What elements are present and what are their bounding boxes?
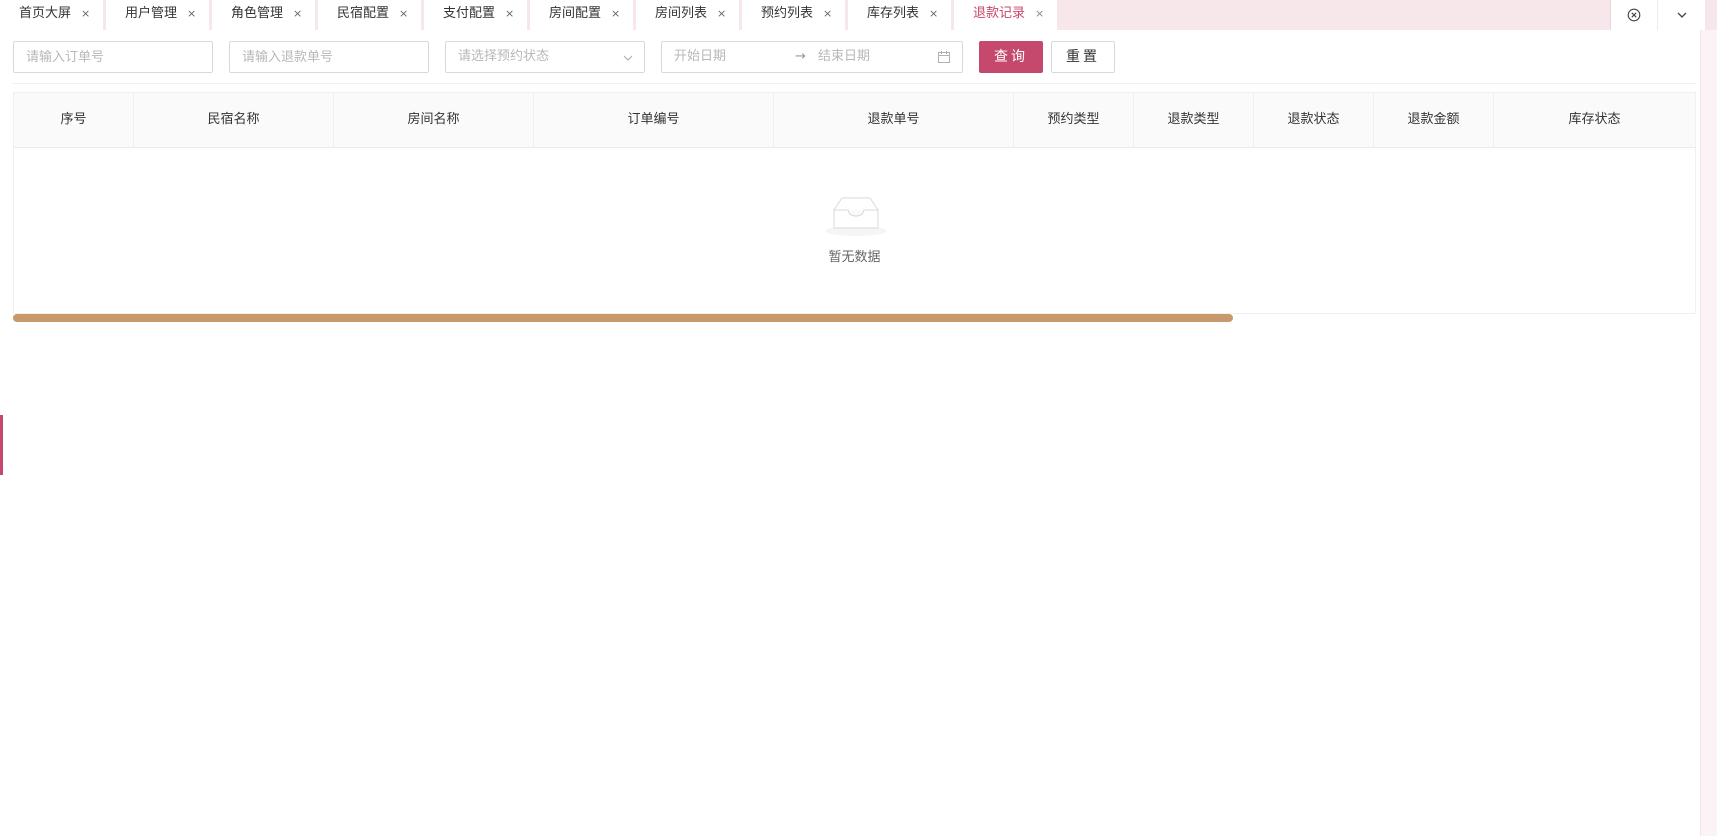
tab-close-icon[interactable]: × bbox=[293, 0, 302, 27]
filter-divider bbox=[13, 83, 1697, 84]
column-header-inventory-status: 库存状态 bbox=[1568, 112, 1621, 127]
column-header-room-name: 房间名称 bbox=[334, 93, 534, 147]
order-no-input[interactable] bbox=[14, 42, 212, 72]
tab-label: 用户管理 bbox=[125, 6, 178, 21]
tab-close-icon[interactable]: × bbox=[1035, 0, 1044, 27]
refund-no-input[interactable] bbox=[230, 42, 428, 72]
column-header-booking-type: 预约类型 bbox=[1014, 93, 1134, 147]
refund-no-field[interactable] bbox=[229, 41, 429, 73]
tab-dashboard[interactable]: 首页大屏 × bbox=[0, 0, 103, 30]
column-header-refund-status: 退款状态 bbox=[1254, 93, 1374, 147]
horizontal-scrollbar-thumb[interactable] bbox=[13, 314, 1233, 322]
tab-label: 角色管理 bbox=[231, 6, 284, 21]
tab-inventory-list[interactable]: 库存列表 × bbox=[848, 0, 951, 30]
tab-label: 民宿配置 bbox=[337, 6, 390, 21]
column-header-refund-amount: 退款金额 bbox=[1374, 93, 1494, 147]
sidebar-collapse-handle[interactable] bbox=[0, 415, 3, 475]
tab-close-icon[interactable]: × bbox=[611, 0, 620, 27]
query-button[interactable]: 查询 bbox=[979, 41, 1043, 73]
refund-records-table: 序号 民宿名称 房间名称 订单编号 退款单号 预约类型 退款类型 退款状态 退款… bbox=[13, 92, 1696, 314]
reset-button[interactable]: 重置 bbox=[1051, 41, 1115, 73]
tab-close-icon[interactable]: × bbox=[505, 0, 514, 27]
empty-inbox-icon bbox=[825, 197, 887, 236]
tab-close-icon[interactable]: × bbox=[717, 0, 726, 27]
empty-state-text: 暂无数据 bbox=[828, 250, 881, 265]
tab-refund-records[interactable]: 退款记录 × bbox=[954, 0, 1057, 30]
tab-actions-divider bbox=[1610, 0, 1611, 30]
table-header: 序号 民宿名称 房间名称 订单编号 退款单号 预约类型 退款类型 退款状态 退款… bbox=[14, 93, 1695, 148]
column-header-index: 序号 bbox=[14, 93, 134, 147]
tab-label: 支付配置 bbox=[443, 6, 496, 21]
chevron-down-icon bbox=[1677, 12, 1686, 18]
close-circle-icon bbox=[1627, 8, 1640, 22]
tab-room-list[interactable]: 房间列表 × bbox=[636, 0, 739, 30]
tab-close-icon[interactable]: × bbox=[187, 0, 196, 27]
tab-label: 退款记录 bbox=[973, 6, 1026, 21]
tab-homestay-config[interactable]: 民宿配置 × bbox=[318, 0, 421, 30]
tab-room-config[interactable]: 房间配置 × bbox=[530, 0, 633, 30]
tab-bar: 首页大屏 × 用户管理 × 角色管理 × 民宿配置 × 支付配置 × 房间配置 … bbox=[0, 0, 1717, 30]
tab-booking-list[interactable]: 预约列表 × bbox=[742, 0, 845, 30]
column-header-refund-no: 退款单号 bbox=[774, 93, 1014, 147]
booking-status-placeholder: 请选择预约状态 bbox=[458, 49, 550, 64]
tab-role-management[interactable]: 角色管理 × bbox=[212, 0, 315, 30]
calendar-icon bbox=[938, 51, 950, 63]
tab-label: 房间列表 bbox=[655, 6, 708, 21]
vertical-scrollbar-track[interactable] bbox=[1700, 30, 1717, 836]
tab-user-management[interactable]: 用户管理 × bbox=[106, 0, 209, 30]
tab-payment-config[interactable]: 支付配置 × bbox=[424, 0, 527, 30]
tab-label: 首页大屏 bbox=[19, 6, 72, 21]
order-no-field[interactable] bbox=[13, 41, 213, 73]
tab-label: 库存列表 bbox=[867, 6, 920, 21]
end-date-input[interactable]: 结束日期 bbox=[818, 42, 870, 72]
tab-close-icon[interactable]: × bbox=[823, 0, 832, 27]
more-tabs-button[interactable] bbox=[1658, 0, 1705, 30]
column-header-refund-type: 退款类型 bbox=[1134, 93, 1254, 147]
tab-close-icon[interactable]: × bbox=[399, 0, 408, 27]
arrow-right-icon: → bbox=[795, 49, 806, 64]
tab-label: 房间配置 bbox=[549, 6, 602, 21]
column-header-order-no: 订单编号 bbox=[534, 93, 774, 147]
chevron-down-icon bbox=[623, 55, 633, 61]
tab-label: 预约列表 bbox=[761, 6, 814, 21]
start-date-input[interactable]: 开始日期 bbox=[674, 42, 726, 72]
tab-close-icon[interactable]: × bbox=[929, 0, 938, 27]
date-range-picker[interactable]: 开始日期 → 结束日期 bbox=[661, 41, 963, 73]
tab-close-icon[interactable]: × bbox=[81, 0, 90, 27]
column-header-homestay-name: 民宿名称 bbox=[134, 93, 334, 147]
booking-status-select[interactable]: 请选择预约状态 bbox=[445, 41, 645, 73]
close-all-tabs-button[interactable] bbox=[1610, 0, 1657, 30]
